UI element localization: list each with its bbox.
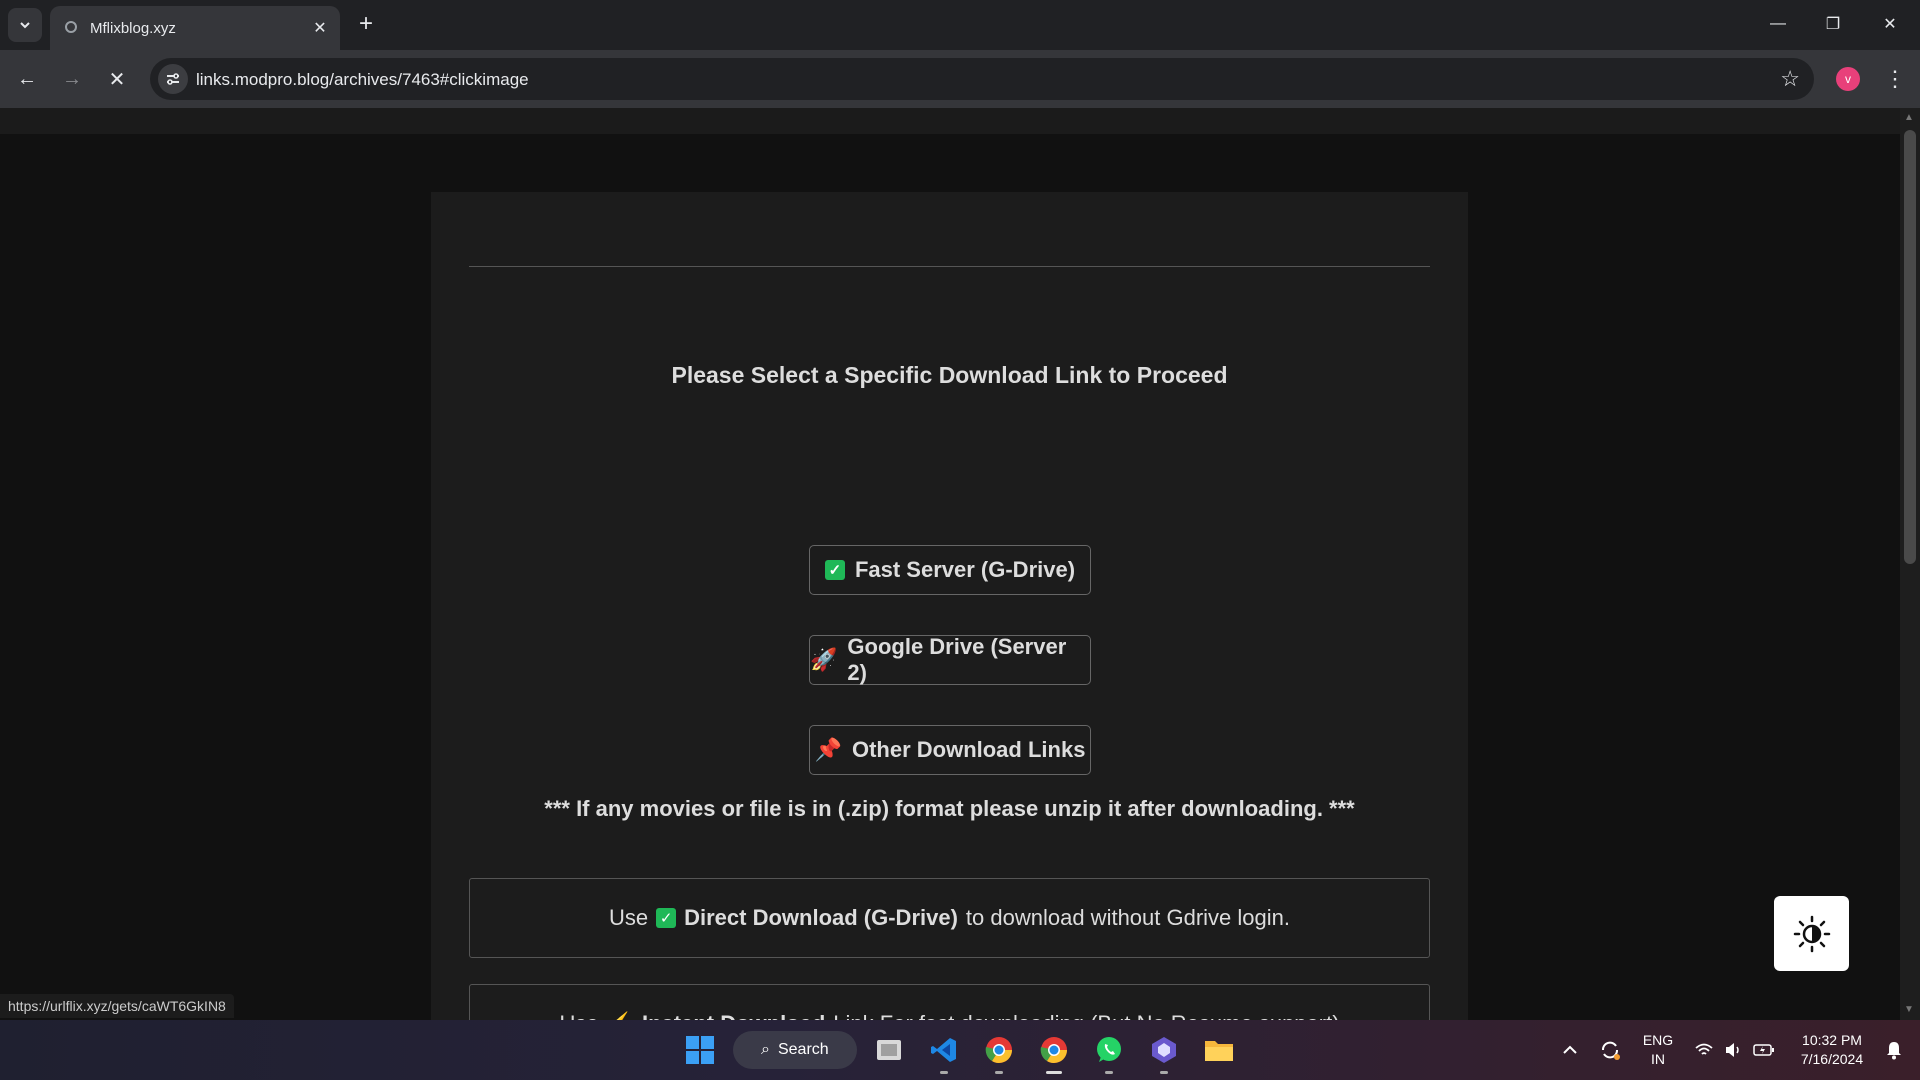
select-heading: Please Select a Specific Download Link t… — [671, 362, 1228, 388]
search-label: Search — [777, 1041, 829, 1058]
task-view-icon[interactable] — [871, 1032, 907, 1068]
button-label: Fast Server (G-Drive) — [854, 557, 1076, 582]
brightness-icon — [1793, 915, 1830, 952]
url-text: links.modpro.blog/archives/7463#clickima… — [196, 70, 529, 89]
info-bold: Direct Download (G-Drive) — [684, 905, 958, 930]
theme-toggle-button[interactable] — [1774, 896, 1849, 971]
search-icon: ⌕ — [761, 1041, 770, 1058]
check-icon: ✓ — [824, 560, 845, 580]
check-icon: ✓ — [656, 908, 677, 928]
pushpin-icon: 📌 — [814, 737, 842, 762]
info-prefix: Use — [559, 1011, 598, 1020]
forward-icon[interactable]: → — [55, 62, 89, 96]
info-prefix: Use — [608, 905, 649, 930]
windows-taskbar: ⌕ Search ENG IN 10:32 PM 7/16/2024 — [0, 1020, 1920, 1080]
close-tab-icon[interactable]: ✕ — [308, 16, 332, 40]
browser-toolbar: ← → ✕ links.modpro.blog/archives/7463#cl… — [0, 50, 1920, 108]
button-label: Other Download Links — [851, 737, 1086, 762]
info-suffix: Link For fast downloading (But No Resume… — [833, 1011, 1339, 1020]
file-explorer-icon[interactable] — [1201, 1032, 1237, 1068]
notification-bell-icon[interactable] — [1876, 1032, 1912, 1068]
loading-favicon-icon — [65, 21, 77, 33]
minimize-icon[interactable]: — — [1760, 10, 1796, 38]
page-scrollbar[interactable]: ▲ ▼ — [1900, 108, 1920, 1020]
lang-top: ENG — [1642, 1032, 1674, 1048]
browser-menu-icon[interactable]: ⋮ — [1880, 62, 1910, 96]
tab-title: Mflixblog.xyz — [90, 20, 176, 37]
info-box-direct-download: Use ✓ Direct Download (G-Drive) to downl… — [469, 878, 1430, 958]
back-icon[interactable]: ← — [10, 62, 44, 96]
taskbar-search[interactable]: ⌕ Search — [733, 1031, 857, 1069]
sync-icon[interactable] — [1592, 1032, 1628, 1068]
other-download-links-button[interactable]: 📌 Other Download Links — [809, 725, 1091, 775]
zip-note: *** If any movies or file is in (.zip) f… — [544, 796, 1355, 821]
whatsapp-icon[interactable] — [1091, 1032, 1127, 1074]
address-bar[interactable]: links.modpro.blog/archives/7463#clickima… — [150, 58, 1814, 100]
restore-icon[interactable]: ❐ — [1815, 10, 1851, 38]
language-indicator[interactable]: ENG IN — [1640, 1031, 1676, 1069]
new-tab-button[interactable]: + — [352, 10, 380, 38]
scroll-up-icon[interactable]: ▲ — [1904, 112, 1914, 123]
status-bar-url: https://urlflix.xyz/gets/caWT6GkIN8 — [0, 994, 234, 1018]
divider — [469, 266, 1430, 267]
running-indicator — [1105, 1071, 1113, 1074]
windows-start-icon[interactable] — [682, 1032, 718, 1068]
stop-loading-icon[interactable]: ✕ — [100, 62, 134, 96]
profile-avatar[interactable]: v — [1836, 67, 1860, 91]
chrome-active-icon[interactable] — [1036, 1032, 1072, 1074]
rocket-icon: 🚀 — [810, 647, 838, 672]
info-suffix: to download without Gdrive login. — [965, 905, 1291, 930]
battery-icon[interactable] — [1746, 1032, 1782, 1068]
tab-strip: Mflixblog.xyz ✕ + — ❐ ✕ — [0, 0, 1920, 50]
tab-search-button[interactable] — [8, 8, 42, 42]
active-indicator — [1046, 1071, 1062, 1074]
show-hidden-icons-chevron[interactable] — [1552, 1032, 1588, 1068]
google-drive-server2-button[interactable]: 🚀 Google Drive (Server 2) — [809, 634, 1091, 685]
page-viewport: Please Select a Specific Download Link t… — [0, 108, 1900, 1020]
site-info-icon[interactable] — [158, 64, 188, 94]
scroll-thumb[interactable] — [1904, 130, 1916, 564]
close-window-icon[interactable]: ✕ — [1872, 10, 1908, 38]
scroll-down-icon[interactable]: ▼ — [1904, 1004, 1914, 1015]
chrome-profile-icon[interactable] — [981, 1032, 1017, 1074]
bookmark-star-icon[interactable]: ☆ — [1780, 66, 1800, 92]
running-indicator — [940, 1071, 948, 1074]
page-header-strip — [0, 108, 1900, 134]
vscode-icon[interactable] — [926, 1032, 962, 1074]
chevron-down-icon — [20, 22, 30, 29]
clock[interactable]: 10:32 PM 7/16/2024 — [1790, 1031, 1874, 1069]
lightning-icon: ⚡ — [607, 1011, 634, 1020]
content-card: Please Select a Specific Download Link t… — [431, 192, 1468, 1020]
info-bold: Instant Download — [642, 1011, 825, 1020]
date: 7/16/2024 — [1800, 1051, 1864, 1067]
info-box-instant-download: Use ⚡ Instant Download Link For fast dow… — [469, 984, 1430, 1020]
running-indicator — [995, 1071, 1003, 1074]
fast-server-button[interactable]: ✓ Fast Server (G-Drive) — [809, 545, 1091, 595]
running-indicator — [1160, 1071, 1168, 1074]
lang-bottom: IN — [1651, 1051, 1665, 1067]
button-label: Google Drive (Server 2) — [847, 634, 1067, 685]
time: 10:32 PM — [1802, 1032, 1862, 1048]
browser-tab[interactable]: Mflixblog.xyz ✕ — [50, 6, 340, 50]
app-icon[interactable] — [1146, 1032, 1182, 1074]
